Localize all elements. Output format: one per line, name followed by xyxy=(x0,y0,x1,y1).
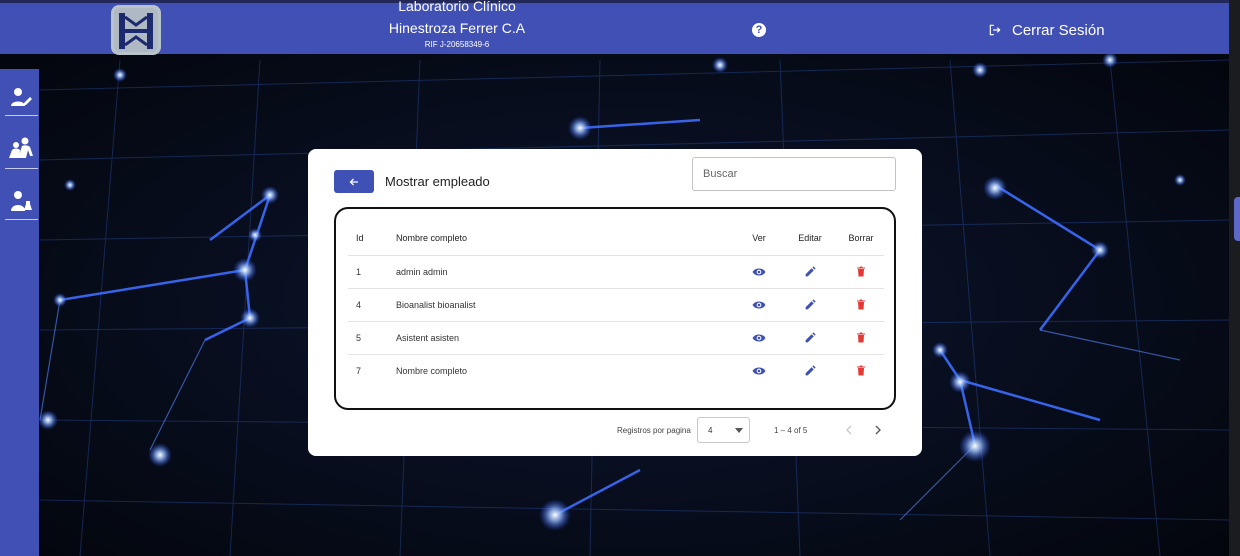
sidebar-item-users[interactable] xyxy=(4,130,37,166)
row-id: 4 xyxy=(356,299,362,310)
delete-button[interactable] xyxy=(846,354,876,387)
trash-icon xyxy=(857,365,865,376)
lab-title-line2: Hinestroza Ferrer C.A xyxy=(388,20,526,36)
logo xyxy=(111,5,161,55)
column-header-id: Id xyxy=(356,233,364,243)
view-button[interactable] xyxy=(751,288,767,321)
arrow-left-icon xyxy=(349,178,358,185)
row-id: 1 xyxy=(356,266,362,277)
sidebar-divider xyxy=(5,219,38,220)
trash-icon xyxy=(857,299,865,310)
page-title: Mostrar empleado xyxy=(385,174,490,189)
trash-icon xyxy=(857,332,865,343)
right-edge-tab[interactable] xyxy=(1234,197,1240,241)
chevron-left-icon xyxy=(846,425,852,435)
user-edit-icon xyxy=(10,88,32,106)
delete-button[interactable] xyxy=(846,288,876,321)
users-group-icon xyxy=(8,137,33,158)
lab-title-line1: Laboratorio Clínico xyxy=(398,0,516,14)
logout-icon xyxy=(989,24,1001,36)
view-button[interactable] xyxy=(751,255,767,288)
logo-icon xyxy=(114,8,158,52)
row-name: Bioanalist bioanalist xyxy=(396,299,476,310)
row-name: Asistent asisten xyxy=(396,332,460,343)
pencil-icon xyxy=(805,365,816,376)
table-row: 4 Bioanalist bioanalist xyxy=(348,288,884,322)
sidebar xyxy=(0,69,39,556)
sidebar-item-user-lab[interactable] xyxy=(4,183,37,219)
row-name: Nombre completo xyxy=(396,365,468,376)
chevron-right-icon xyxy=(875,425,881,435)
logout-button[interactable]: Cerrar Sesión xyxy=(988,18,1105,42)
table-header-row: Id Nombre completo Ver Editar Borrar xyxy=(348,221,884,256)
pencil-icon xyxy=(805,332,816,343)
lab-rif: RIF J-20658349-6 xyxy=(424,40,490,49)
next-page-button[interactable] xyxy=(870,422,886,440)
help-icon[interactable]: ? xyxy=(752,23,766,37)
trash-icon xyxy=(857,266,865,277)
user-lab-icon xyxy=(10,191,32,211)
right-edge-strip xyxy=(1229,0,1240,556)
search-input[interactable] xyxy=(692,157,896,191)
employee-card: Mostrar empleado Id Nombre completo Ver … xyxy=(308,149,922,456)
rows-per-page-select[interactable]: 4 xyxy=(697,417,750,443)
column-header-view: Ver xyxy=(752,233,766,243)
rows-per-page-value: 4 xyxy=(708,426,713,435)
caret-down-icon xyxy=(735,428,743,433)
delete-button[interactable] xyxy=(846,255,876,288)
pencil-icon xyxy=(805,299,816,310)
table-row: 1 admin admin xyxy=(348,255,884,289)
edit-button[interactable] xyxy=(796,354,824,387)
column-header-name: Nombre completo xyxy=(396,233,468,243)
eye-icon xyxy=(752,334,766,341)
eye-icon xyxy=(752,367,766,374)
row-id: 7 xyxy=(356,365,362,376)
top-header: Laboratorio Clínico Hinestroza Ferrer C.… xyxy=(0,0,1229,55)
previous-page-button[interactable] xyxy=(841,422,857,440)
pagination: Registros por pagina 4 1 – 4 of 5 xyxy=(308,417,922,443)
page-range: 1 – 4 of 5 xyxy=(774,426,808,435)
table-row: 5 Asistent asisten xyxy=(348,321,884,355)
view-button[interactable] xyxy=(751,321,767,354)
eye-icon xyxy=(752,301,766,308)
edit-button[interactable] xyxy=(796,288,824,321)
employee-table: Id Nombre completo Ver Editar Borrar 1 a… xyxy=(334,207,896,410)
logout-label: Cerrar Sesión xyxy=(1012,21,1105,39)
sidebar-item-user-edit[interactable] xyxy=(4,79,37,115)
edit-button[interactable] xyxy=(796,321,824,354)
sidebar-divider xyxy=(5,115,38,116)
column-header-delete: Borrar xyxy=(848,233,874,243)
view-button[interactable] xyxy=(751,354,767,387)
delete-button[interactable] xyxy=(846,321,876,354)
back-button[interactable] xyxy=(334,170,374,193)
row-name: admin admin xyxy=(396,266,448,277)
sidebar-divider xyxy=(5,168,38,169)
rows-per-page-label: Registros por pagina xyxy=(617,426,691,435)
eye-icon xyxy=(752,268,766,275)
table-row: 7 Nombre completo xyxy=(348,354,884,387)
pencil-icon xyxy=(805,266,816,277)
column-header-edit: Editar xyxy=(798,233,822,243)
edit-button[interactable] xyxy=(796,255,824,288)
row-id: 5 xyxy=(356,332,362,343)
